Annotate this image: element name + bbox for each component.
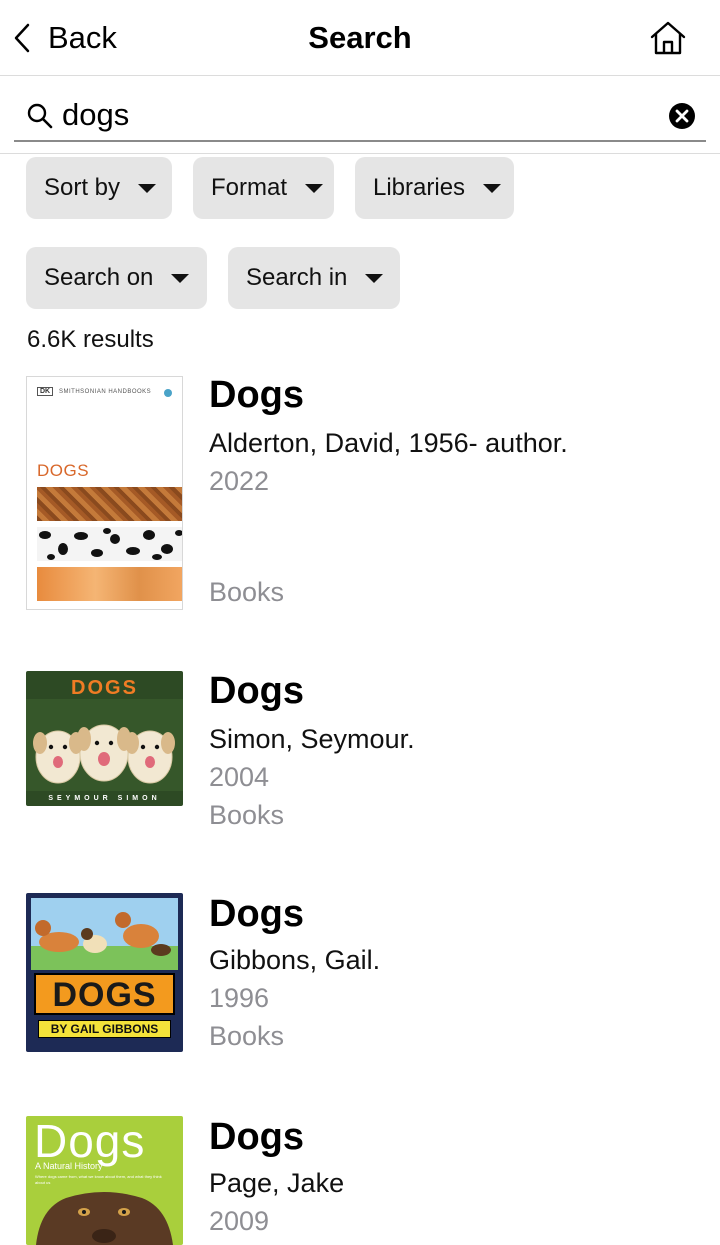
golden-fur-image [37, 567, 182, 601]
book-cover-image: DK SMITHSONIAN HANDBOOKS DOGS [26, 376, 183, 610]
search-input[interactable] [62, 94, 642, 136]
result-author: Alderton, David, 1956- author. [209, 428, 568, 458]
cover-title: DOGS [37, 461, 90, 480]
cover-author: BY GAIL GIBBONS [38, 1020, 171, 1038]
results-count: 6.6K results [27, 326, 154, 353]
result-title: Dogs [209, 1116, 304, 1158]
result-year: 2004 [209, 762, 270, 792]
search-on-dropdown[interactable]: Search on [26, 247, 207, 309]
result-item[interactable]: DOGS SEYMOUR SIMON Dogs Simon, Seymour. … [0, 668, 720, 848]
caret-down-icon [171, 273, 190, 283]
cover-series: SMITHSONIAN HANDBOOKS [59, 389, 152, 395]
cover-subtitle: A Natural History [35, 1161, 103, 1171]
page-title: Search [308, 20, 412, 55]
search-bar [14, 88, 706, 142]
sort-by-dropdown[interactable]: Sort by [26, 157, 172, 219]
result-title: Dogs [209, 893, 304, 935]
result-year: 2022 [209, 466, 270, 496]
result-title: Dogs [209, 670, 304, 712]
result-author: Gibbons, Gail. [209, 945, 381, 975]
result-author: Page, Jake [209, 1168, 345, 1198]
caret-down-icon [365, 273, 384, 283]
book-cover-image: Dogs A Natural History Where dogs came f… [26, 1116, 183, 1245]
home-icon[interactable] [648, 18, 688, 58]
result-author: Simon, Seymour. [209, 724, 415, 754]
cover-blurb: Where dogs came from, what we know about… [35, 1174, 162, 1185]
result-format: Books [209, 1021, 285, 1051]
result-item[interactable]: DK SMITHSONIAN HANDBOOKS DOGS Dogs Alder… [0, 372, 720, 622]
book-cover-image: DOGS BY GAIL GIBBONS [26, 893, 183, 1052]
libraries-label: Libraries [373, 174, 466, 201]
format-dropdown[interactable]: Format [193, 157, 334, 219]
result-item[interactable]: Dogs A Natural History Where dogs came f… [0, 1114, 720, 1245]
format-label: Format [211, 174, 288, 201]
search-in-label: Search in [246, 264, 348, 291]
fur-strip-image [37, 487, 182, 521]
top-navigation-bar: Back Search [0, 0, 720, 76]
libraries-dropdown[interactable]: Libraries [355, 157, 514, 219]
search-in-dropdown[interactable]: Search in [228, 247, 400, 309]
result-format: Books [209, 577, 285, 607]
search-divider [0, 153, 720, 154]
result-title: Dogs [209, 374, 304, 416]
sort-by-label: Sort by [44, 174, 121, 201]
search-on-label: Search on [44, 264, 154, 291]
caret-down-icon [138, 183, 157, 193]
clear-search-icon[interactable] [668, 102, 696, 130]
spotted-fur-image [37, 527, 182, 561]
puppies-image [26, 699, 183, 791]
result-year: 2009 [209, 1206, 270, 1236]
cover-logo-icon [164, 389, 172, 397]
result-item[interactable]: DOGS BY GAIL GIBBONS Dogs Gibbons, Gail.… [0, 891, 720, 1071]
cover-publisher: DK [37, 387, 54, 396]
cover-author: SEYMOUR SIMON [48, 795, 161, 802]
book-cover-image: DOGS SEYMOUR SIMON [26, 671, 183, 806]
caret-down-icon [305, 183, 324, 193]
search-icon [27, 103, 53, 129]
caret-down-icon [483, 183, 502, 193]
cover-title: DOGS [71, 677, 138, 699]
cover-title: DOGS [34, 973, 175, 1015]
dog-face-image [36, 1192, 173, 1245]
result-format: Books [209, 800, 285, 830]
cartoon-dogs-image [31, 898, 178, 970]
result-year: 1996 [209, 983, 270, 1013]
